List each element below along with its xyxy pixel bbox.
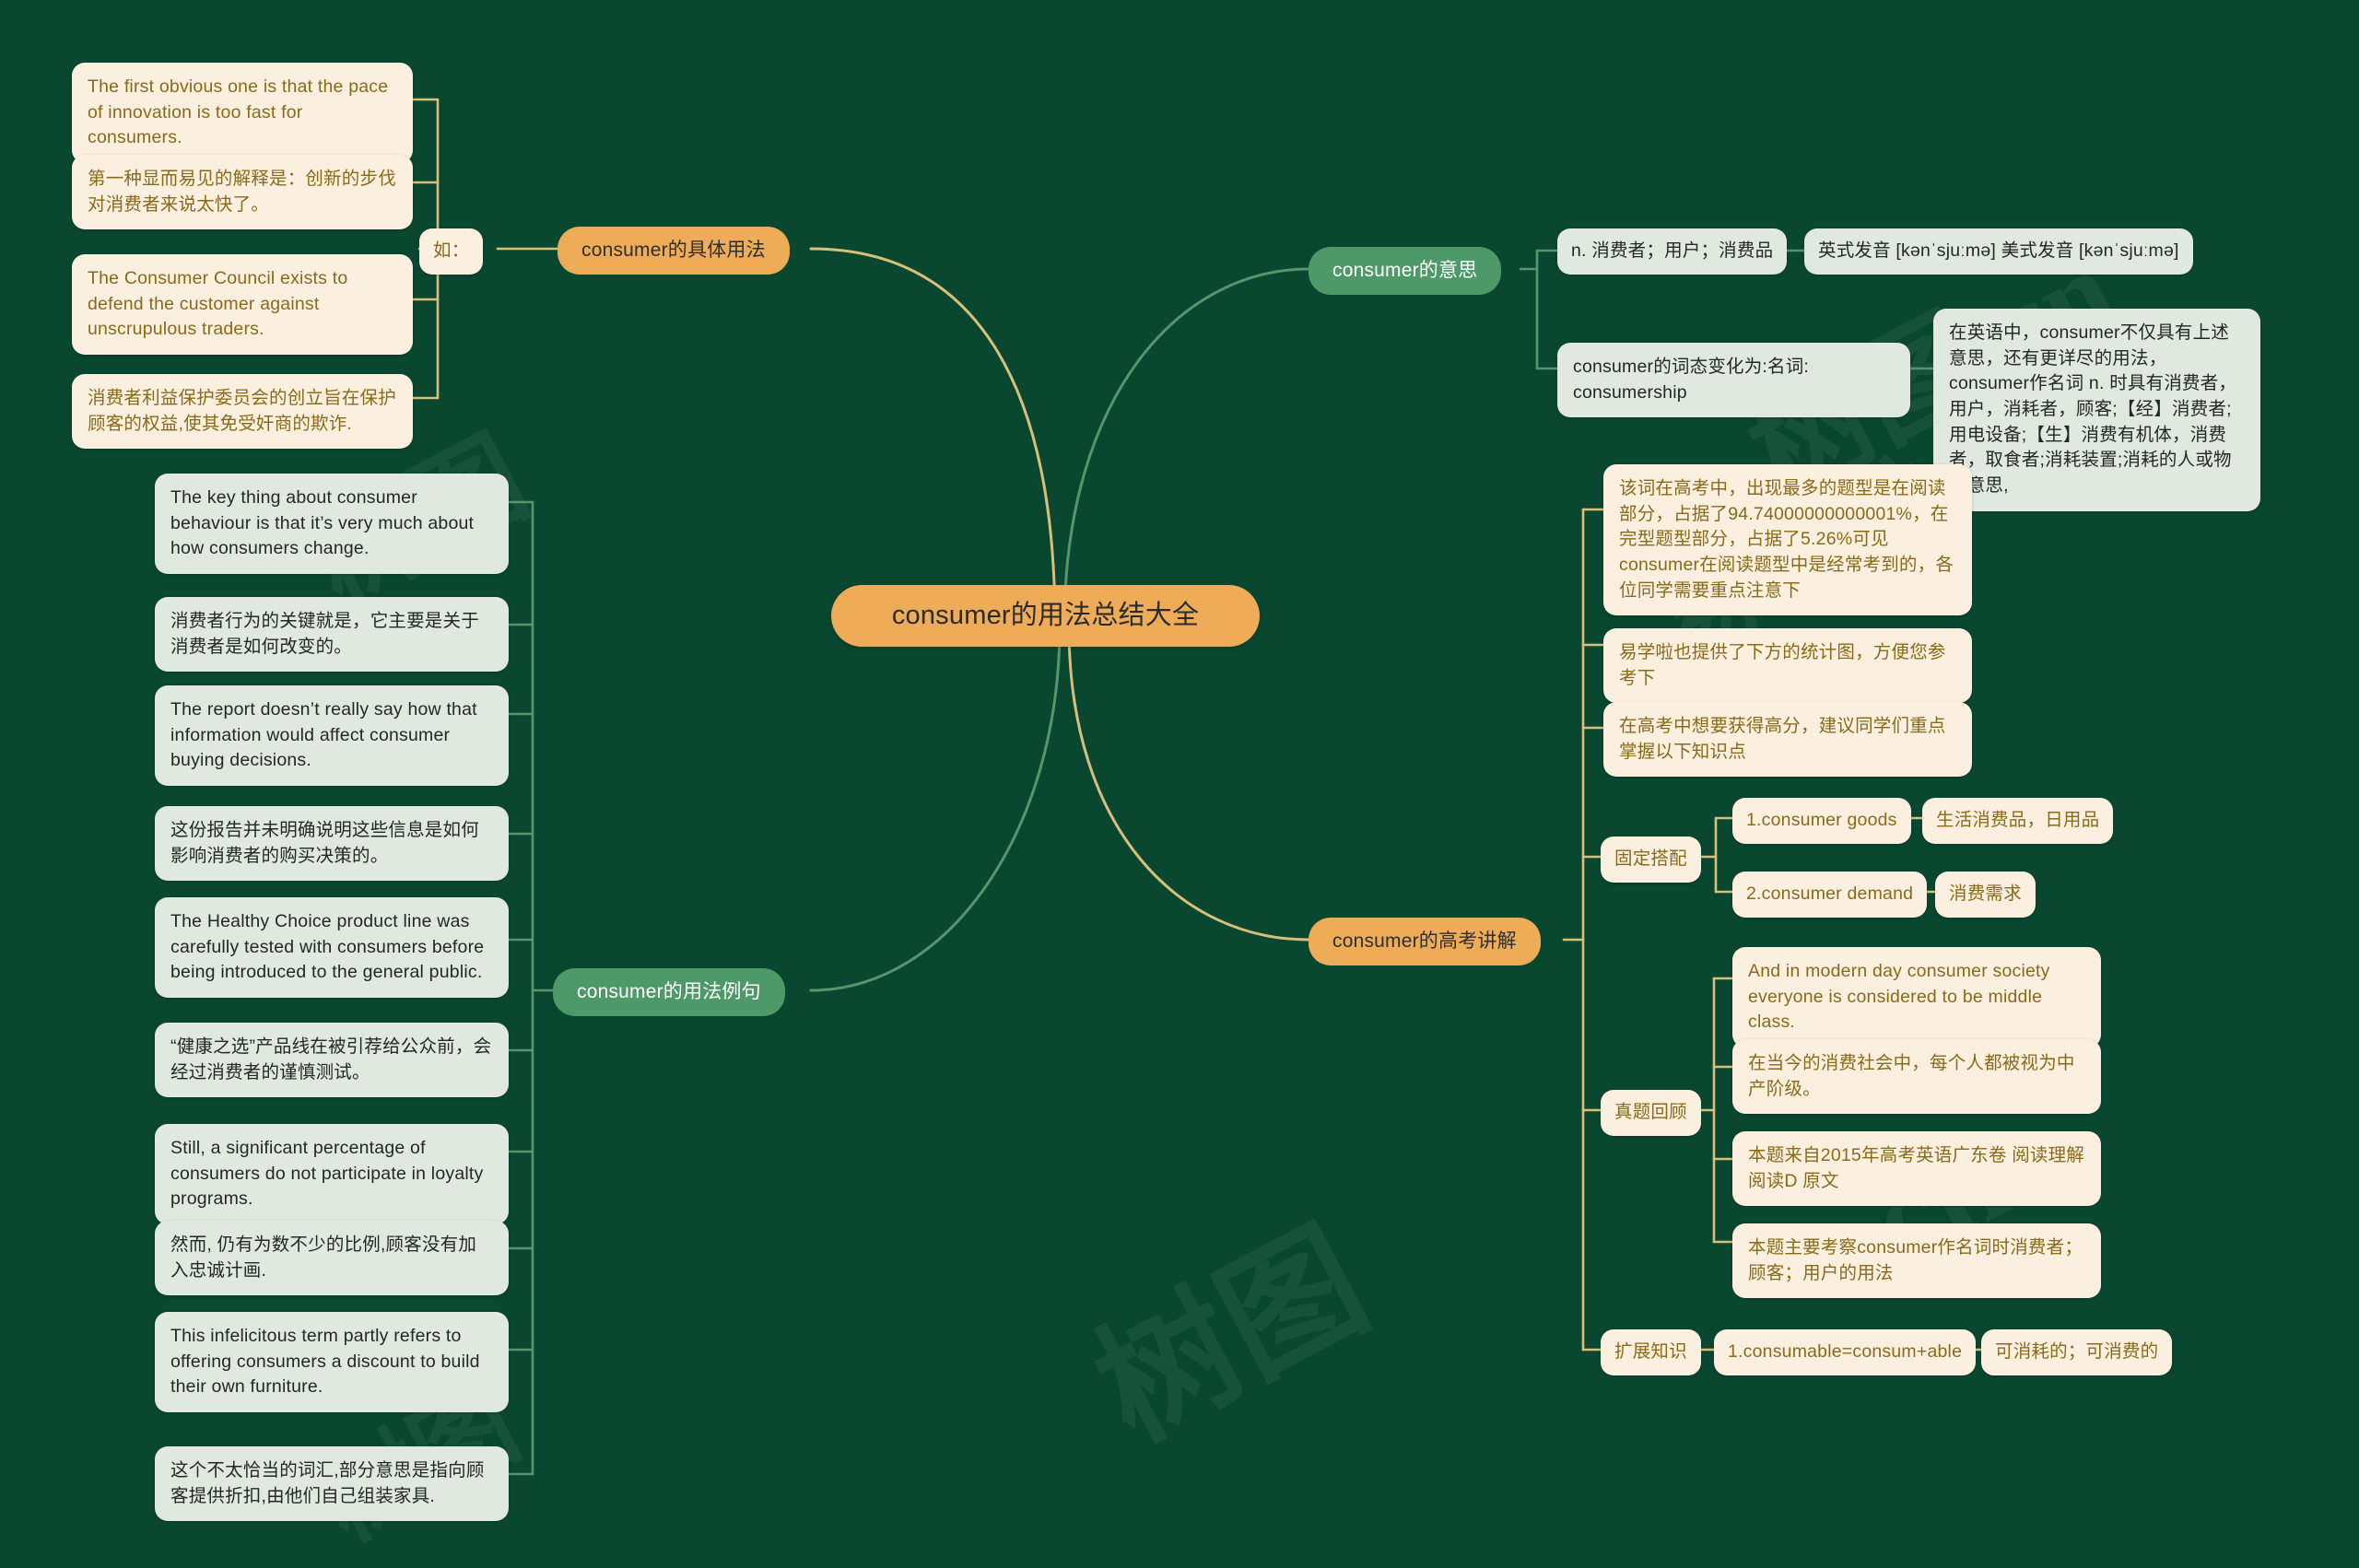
branch-usage-label[interactable]: consumer的具体用法 <box>557 227 790 275</box>
example-card[interactable]: 消费者行为的关键就是，它主要是关于消费者是如何改变的。 <box>155 597 509 673</box>
collocation-meaning[interactable]: 生活消费品，日用品 <box>1922 798 2114 844</box>
meaning-pronunciation[interactable]: 英式发音 [kənˈsjuːmə] 美式发音 [kənˈsjuːmə] <box>1804 228 2193 275</box>
watermark: 树图 <box>1074 1204 1391 1470</box>
usage-card[interactable]: The Consumer Council exists to defend th… <box>72 254 413 356</box>
past-question-card[interactable]: 本题来自2015年高考英语广东卷 阅读理解 阅读D 原文 <box>1732 1131 2101 1207</box>
gaokao-intro-card[interactable]: 在高考中想要获得高分，建议同学们重点掌握以下知识点 <box>1603 702 1972 778</box>
example-card[interactable]: 这份报告并未明确说明这些信息是如何影响消费者的购买决策的。 <box>155 806 509 882</box>
extension-meaning[interactable]: 可消耗的；可消费的 <box>1981 1329 2173 1375</box>
collocations-label[interactable]: 固定搭配 <box>1601 837 1701 883</box>
usage-connector-label[interactable]: 如： <box>419 228 484 275</box>
example-card[interactable]: 这个不太恰当的词汇,部分意思是指向顾客提供折扣,由他们自己组装家具. <box>155 1446 509 1522</box>
example-card[interactable]: 然而, 仍有为数不少的比例,顾客没有加入忠诚计画. <box>155 1221 509 1296</box>
extension-term[interactable]: 1.consumable=consum+able <box>1714 1329 1977 1375</box>
past-question-card[interactable]: 在当今的消费社会中，每个人都被视为中产阶级。 <box>1732 1039 2101 1115</box>
past-question-card[interactable]: And in modern day consumer society every… <box>1732 947 2101 1048</box>
branch-meaning-label[interactable]: consumer的意思 <box>1309 247 1502 295</box>
branch-gaokao-label[interactable]: consumer的高考讲解 <box>1309 918 1541 965</box>
example-card[interactable]: “健康之选”产品线在被引荐给公众前，会经过消费者的谨慎测试。 <box>155 1023 509 1098</box>
meaning-morphology[interactable]: consumer的词态变化为:名词: consumership <box>1557 343 1910 418</box>
meaning-note[interactable]: 在英语中，consumer不仅具有上述意思，还有更详尽的用法，consumer作… <box>1933 309 2260 511</box>
example-card[interactable]: The report doesn’t really say how that i… <box>155 685 509 787</box>
usage-card[interactable]: 第一种显而易见的解释是：创新的步伐对消费者来说太快了。 <box>72 155 413 230</box>
example-card[interactable]: The key thing about consumer behaviour i… <box>155 474 509 575</box>
past-question-card[interactable]: 本题主要考察consumer作名词时消费者；顾客；用户的用法 <box>1732 1223 2101 1299</box>
usage-card[interactable]: 消费者利益保护委员会的创立旨在保护顾客的权益,使其免受奸商的欺诈. <box>72 374 413 450</box>
usage-card[interactable]: The first obvious one is that the pace o… <box>72 63 413 164</box>
root-node[interactable]: consumer的用法总结大全 <box>831 585 1260 648</box>
example-card[interactable]: This infelicitous term partly refers to … <box>155 1312 509 1413</box>
collocation-term[interactable]: 1.consumer goods <box>1732 798 1911 844</box>
collocation-meaning[interactable]: 消费需求 <box>1935 872 2036 918</box>
collocation-term[interactable]: 2.consumer demand <box>1732 872 1928 918</box>
past-questions-label[interactable]: 真题回顾 <box>1601 1090 1701 1136</box>
gaokao-intro-card[interactable]: 易学啦也提供了下方的统计图，方便您参考下 <box>1603 628 1972 704</box>
branch-examples-label[interactable]: consumer的用法例句 <box>553 968 785 1016</box>
mindmap-canvas: 树图 树图 树图.cn .cn 树图 易学啦 <box>0 0 2359 1562</box>
meaning-definition[interactable]: n. 消费者；用户；消费品 <box>1557 228 1788 275</box>
gaokao-intro-card[interactable]: 该词在高考中，出现最多的题型是在阅读部分，占据了94.7400000000000… <box>1603 464 1972 616</box>
extension-label[interactable]: 扩展知识 <box>1601 1329 1701 1375</box>
example-card[interactable]: The Healthy Choice product line was care… <box>155 897 509 999</box>
example-card[interactable]: Still, a significant percentage of consu… <box>155 1124 509 1225</box>
